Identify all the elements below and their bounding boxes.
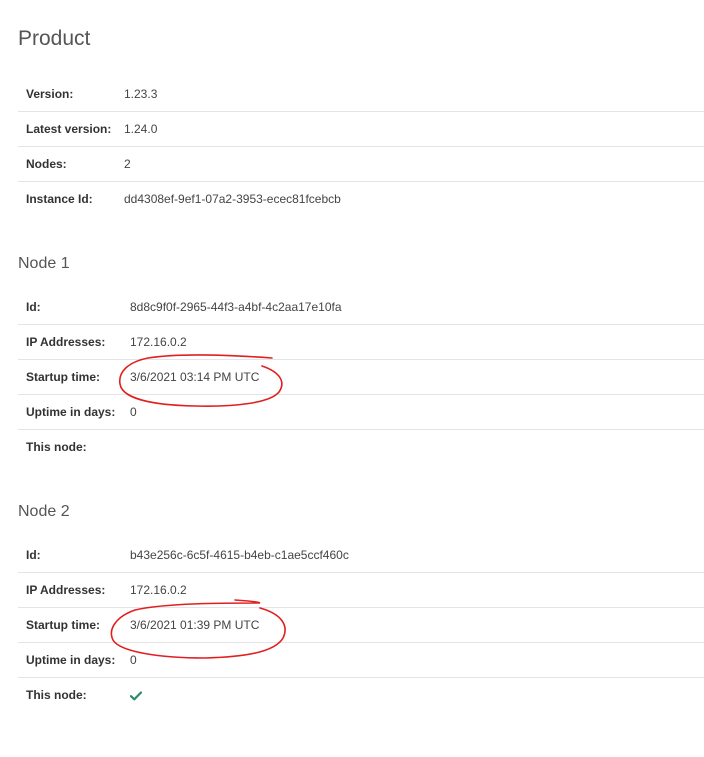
product-info-table: Version: 1.23.3 Latest version: 1.24.0 N… xyxy=(18,77,704,216)
this-node-value xyxy=(122,429,704,464)
table-row: This node: xyxy=(18,429,704,464)
table-row: IP Addresses: 172.16.0.2 xyxy=(18,572,704,608)
uptime-value: 0 xyxy=(122,642,704,678)
latest-version-value: 1.24.0 xyxy=(116,111,704,147)
instance-id-value: dd4308ef-9ef1-07a2-3953-ecec81fcebcb xyxy=(116,181,704,216)
ip-addresses-label: IP Addresses: xyxy=(18,324,122,360)
startup-time-value: 3/6/2021 01:39 PM UTC xyxy=(122,607,704,643)
startup-time-label: Startup time: xyxy=(18,359,122,395)
table-row: Uptime in days: 0 xyxy=(18,394,704,430)
table-row: Version: 1.23.3 xyxy=(18,77,704,112)
nodes-label: Nodes: xyxy=(18,146,116,182)
check-icon xyxy=(130,691,142,701)
table-row: Latest version: 1.24.0 xyxy=(18,111,704,147)
this-node-label: This node: xyxy=(18,429,122,464)
startup-time-value: 3/6/2021 03:14 PM UTC xyxy=(122,359,704,395)
table-row: Uptime in days: 0 xyxy=(18,642,704,678)
node-2-title: Node 2 xyxy=(18,503,70,520)
node-id-label: Id: xyxy=(26,548,41,562)
table-row: Id: 8d8c9f0f-2965-44f3-a4bf-4c2aa17e10fa xyxy=(18,290,704,325)
table-row: Startup time: 3/6/2021 01:39 PM UTC xyxy=(18,607,704,643)
product-title: Product xyxy=(18,27,91,50)
version-label: Version: xyxy=(26,87,74,101)
uptime-label: Uptime in days: xyxy=(18,394,122,430)
table-row: IP Addresses: 172.16.0.2 xyxy=(18,324,704,360)
uptime-label: Uptime in days: xyxy=(18,642,122,678)
uptime-value: 0 xyxy=(122,394,704,430)
node-1-title: Node 1 xyxy=(18,255,70,272)
table-row: Id: b43e256c-6c5f-4615-b4eb-c1ae5ccf460c xyxy=(18,538,704,573)
version-value: 1.23.3 xyxy=(124,87,158,101)
ip-addresses-value: 172.16.0.2 xyxy=(122,324,704,360)
table-row: Startup time: 3/6/2021 03:14 PM UTC xyxy=(18,359,704,395)
ip-addresses-label: IP Addresses: xyxy=(18,572,122,608)
table-row: Instance Id: dd4308ef-9ef1-07a2-3953-ece… xyxy=(18,181,704,216)
nodes-value: 2 xyxy=(116,146,704,182)
node-2-info-table: Id: b43e256c-6c5f-4615-b4eb-c1ae5ccf460c… xyxy=(18,538,704,712)
node-1-info-table: Id: 8d8c9f0f-2965-44f3-a4bf-4c2aa17e10fa… xyxy=(18,290,704,464)
instance-id-label: Instance Id: xyxy=(18,181,116,216)
node-id-value: b43e256c-6c5f-4615-b4eb-c1ae5ccf460c xyxy=(130,548,349,562)
latest-version-label: Latest version: xyxy=(18,111,116,147)
startup-time-label: Startup time: xyxy=(18,607,122,643)
node-id-value: 8d8c9f0f-2965-44f3-a4bf-4c2aa17e10fa xyxy=(130,300,342,314)
this-node-value xyxy=(122,677,704,712)
table-row: This node: xyxy=(18,677,704,712)
this-node-label: This node: xyxy=(18,677,122,712)
node-id-label: Id: xyxy=(26,300,41,314)
ip-addresses-value: 172.16.0.2 xyxy=(122,572,704,608)
table-row: Nodes: 2 xyxy=(18,146,704,182)
